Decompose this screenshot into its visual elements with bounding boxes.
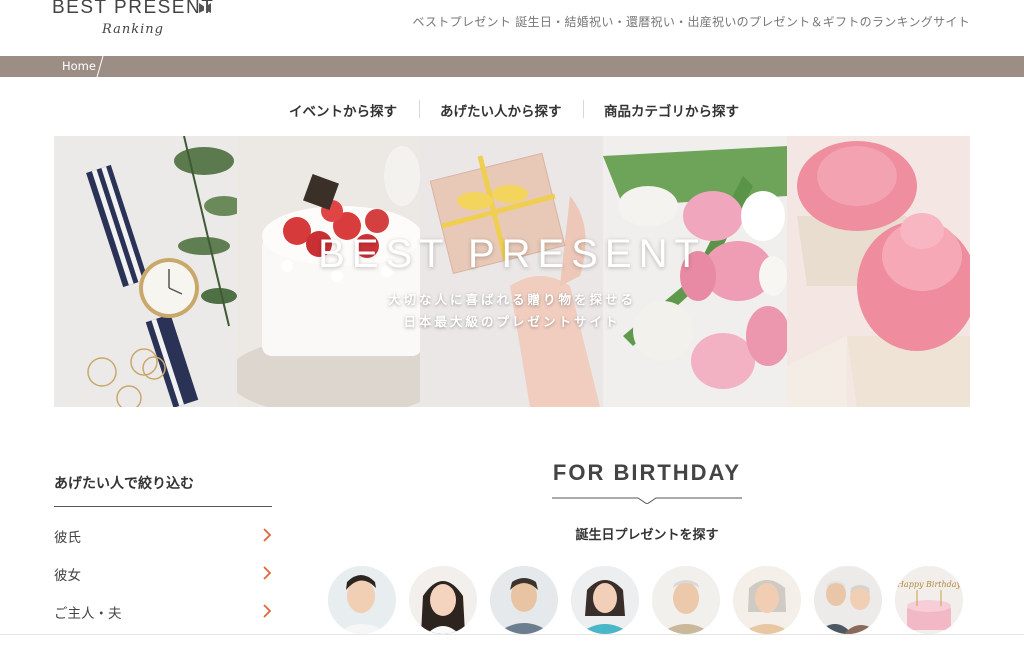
chevron-right-icon <box>263 566 272 580</box>
sidebar-title: あげたい人で絞り込む <box>54 476 194 492</box>
breadcrumb: Home <box>0 56 1024 77</box>
sidebar-divider <box>54 506 272 507</box>
sidebar-item-label: ご主人・夫 <box>54 606 122 622</box>
sidebar-item-husband[interactable]: ご主人・夫 <box>54 600 272 624</box>
recipient-wife-avatar[interactable] <box>571 566 639 634</box>
recipient-girlfriend-avatar[interactable] <box>409 566 477 634</box>
birthday-section-subtitle: 誕生日プレゼントを探す <box>575 528 719 543</box>
hero-title: BEST PRESENT <box>318 232 706 276</box>
sidebar-item-girlfriend[interactable]: 彼女 <box>54 562 272 586</box>
breadcrumb-home-link[interactable]: Home <box>62 59 96 73</box>
hero-banner: BEST PRESENT 大切な人に喜ばれる贈り物を探せる 日本最大級のプレゼン… <box>54 136 970 407</box>
sidebar-item-label: 彼氏 <box>54 530 81 546</box>
cake-topper-text: Happy Birthday <box>896 580 962 589</box>
recipient-father-avatar[interactable] <box>652 566 720 634</box>
hero-subtitle-line2: 日本最大級のプレゼントサイト <box>403 314 621 329</box>
logo-subtitle: Ranking <box>102 22 164 37</box>
birthday-recipient-list: Happy Birthday <box>328 566 968 636</box>
recipient-grandparents-avatar[interactable] <box>814 566 882 634</box>
nav-find-by-category[interactable]: 商品カテゴリから探す <box>604 100 739 120</box>
breadcrumb-separator-icon <box>96 56 104 77</box>
sidebar-item-boyfriend[interactable]: 彼氏 <box>54 524 272 548</box>
title-underline-pointer <box>552 497 742 504</box>
site-logo[interactable]: BEST PRESENT Ranking <box>52 0 222 44</box>
birthday-section-title: FOR BIRTHDAY <box>552 460 742 485</box>
sidebar-item-label: 彼女 <box>54 568 81 584</box>
nav-divider <box>419 100 420 118</box>
recipient-birthday-cake-avatar[interactable]: Happy Birthday <box>895 566 963 634</box>
recipient-boyfriend-avatar[interactable] <box>328 566 396 634</box>
category-nav: イベントから探す あげたい人から探す 商品カテゴリから探す <box>0 96 1024 126</box>
hero-subtitle-line1: 大切な人に喜ばれる贈り物を探せる <box>387 292 636 307</box>
recipient-husband-avatar[interactable] <box>490 566 558 634</box>
chevron-right-icon <box>263 528 272 542</box>
site-tagline: ベストプレゼント 誕生日・結婚祝い・還暦祝い・出産祝いのプレゼント＆ギフトのラン… <box>412 15 970 29</box>
nav-find-by-event[interactable]: イベントから探す <box>289 100 397 120</box>
bottom-divider <box>0 634 1024 635</box>
gift-bow-icon <box>199 3 211 13</box>
logo-title: BEST PRESENT <box>52 0 215 18</box>
nav-find-by-recipient[interactable]: あげたい人から探す <box>440 100 562 120</box>
nav-divider <box>583 100 584 118</box>
chevron-right-icon <box>263 604 272 618</box>
site-header: BEST PRESENT Ranking ベストプレゼント 誕生日・結婚祝い・還… <box>0 0 1024 56</box>
recipient-mother-avatar[interactable] <box>733 566 801 634</box>
